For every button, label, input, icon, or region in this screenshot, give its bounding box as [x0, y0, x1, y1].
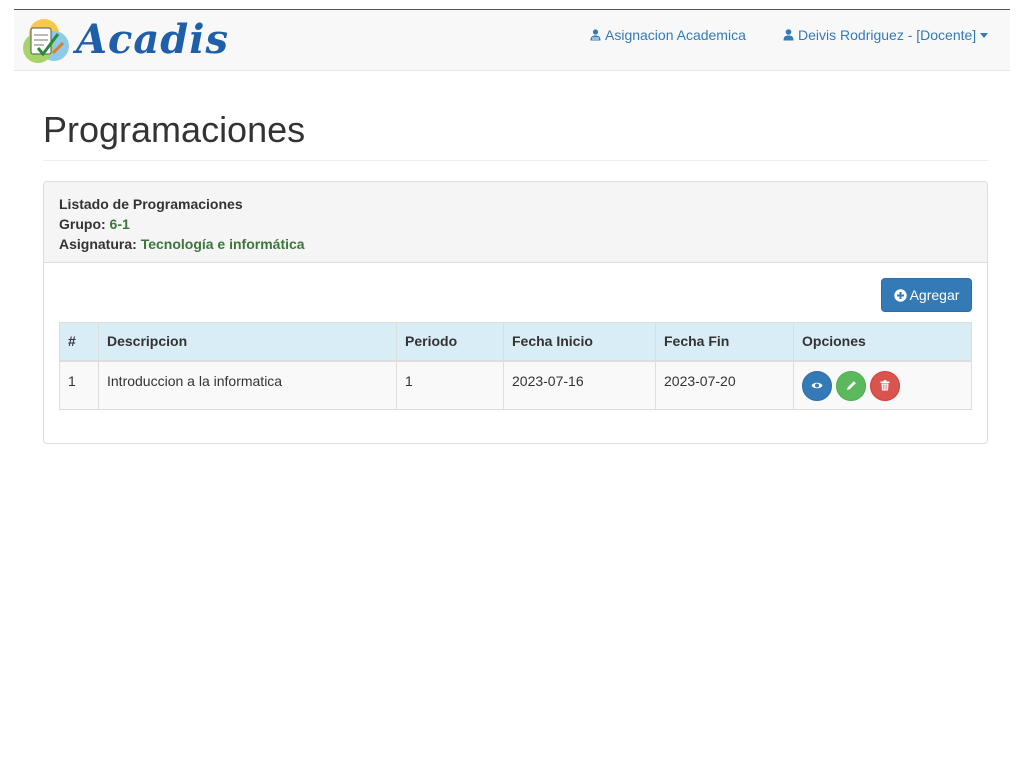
title-divider: [43, 160, 988, 161]
cell-periodo: 1: [396, 360, 504, 410]
row-actions: [802, 370, 963, 401]
programaciones-panel: Listado de Programaciones Grupo: 6-1 Asi…: [43, 181, 988, 444]
cell-fecha-inicio: 2023-07-16: [503, 360, 656, 410]
eye-icon: [811, 382, 823, 389]
column-header-periodo: Periodo: [396, 322, 504, 362]
panel-heading: Listado de Programaciones Grupo: 6-1 Asi…: [44, 182, 987, 263]
asignatura-label: Asignatura:: [59, 236, 137, 252]
column-header-fecha-inicio: Fecha Inicio: [503, 322, 656, 362]
column-header-fecha-fin: Fecha Fin: [655, 322, 794, 362]
table-row: 1 Introduccion a la informatica 1 2023-0…: [59, 360, 972, 410]
cell-descripcion: Introduccion a la informatica: [98, 360, 397, 410]
column-header-descripcion: Descripcion: [98, 322, 397, 362]
brand[interactable]: Acadis: [18, 12, 229, 68]
grupo-line: Grupo: 6-1: [59, 214, 972, 234]
top-navbar: Acadis Asignacion Academica Deivis Rodri…: [14, 9, 1010, 71]
user-menu-label: Deivis Rodriguez - [Docente]: [798, 27, 977, 43]
asignatura-line: Asignatura: Tecnología e informática: [59, 234, 972, 254]
chevron-down-icon: [980, 33, 989, 38]
user-icon: [783, 29, 794, 41]
panel-title: Listado de Programaciones: [59, 196, 243, 212]
edit-button[interactable]: [836, 370, 866, 401]
table-header-row: # Descripcion Periodo Fecha Inicio Fecha…: [59, 322, 972, 362]
add-button-label: Agregar: [909, 287, 960, 303]
users-icon: [590, 29, 601, 41]
column-header-opciones: Opciones: [793, 322, 972, 362]
nav-asignacion-academica[interactable]: Asignacion Academica: [590, 27, 746, 43]
add-button[interactable]: Agregar: [881, 278, 972, 312]
user-menu-dropdown[interactable]: Deivis Rodriguez - [Docente]: [783, 27, 989, 43]
cell-num: 1: [59, 360, 99, 410]
plus-circle-icon: [893, 288, 907, 302]
page-title: Programaciones: [43, 109, 306, 150]
view-button[interactable]: [802, 370, 832, 401]
acadis-logo-icon: [23, 19, 69, 63]
grupo-label: Grupo:: [59, 216, 106, 232]
column-header-num: #: [59, 322, 99, 362]
brand-name: Acadis: [76, 16, 229, 63]
grupo-value: 6-1: [109, 216, 130, 232]
programaciones-table: # Descripcion Periodo Fecha Inicio Fecha…: [59, 322, 972, 410]
asignatura-value: Tecnología e informática: [140, 236, 305, 252]
pencil-icon: [846, 381, 856, 390]
cell-opciones: [793, 360, 972, 410]
trash-icon: [880, 380, 890, 391]
delete-button[interactable]: [870, 370, 900, 401]
cell-fecha-fin: 2023-07-20: [655, 360, 794, 410]
nav-asignacion-label: Asignacion Academica: [605, 27, 746, 43]
